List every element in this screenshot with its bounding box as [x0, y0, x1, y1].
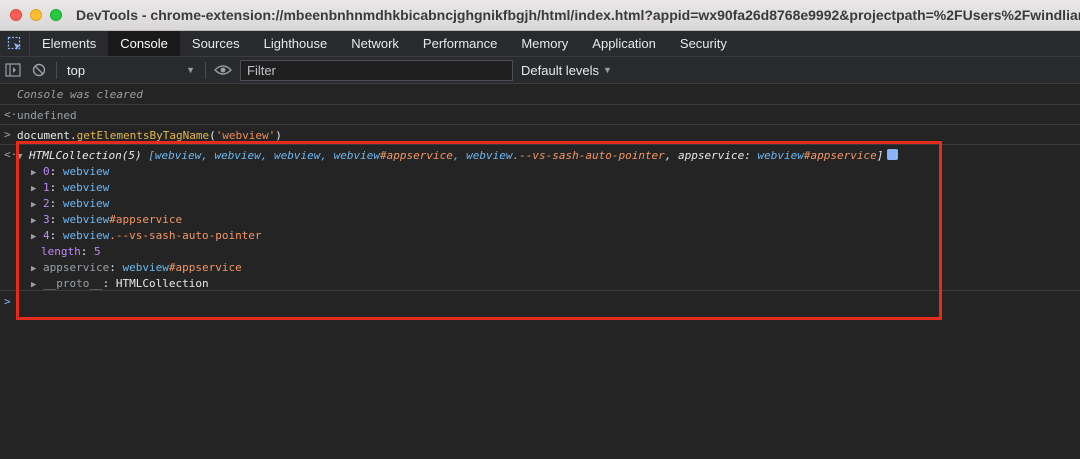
result-arrow-icon: <·: [4, 108, 18, 121]
command-argument: 'webview': [215, 129, 276, 142]
entry-suffix: .--vs-sash-auto-pointer: [109, 229, 262, 242]
summary-webview: webview: [757, 149, 804, 162]
chevron-down-icon: ▼: [186, 65, 195, 75]
entry-key: 3: [43, 213, 50, 226]
log-levels-dropdown[interactable]: Default levels ▼: [521, 63, 612, 78]
console-message: Console was cleared: [0, 84, 1080, 105]
toolbar-divider: [56, 61, 57, 79]
summary-hash: #appservice: [803, 149, 877, 162]
devtools-tabbar: Elements Console Sources Lighthouse Netw…: [0, 31, 1080, 57]
inspect-element-icon[interactable]: [0, 31, 30, 56]
live-expression-eye-icon[interactable]: [210, 57, 236, 84]
appservice-tag: webview: [122, 261, 169, 274]
entry-tag: webview: [62, 165, 110, 178]
command-prompt-icon: >: [4, 128, 11, 141]
filter-input[interactable]: [240, 59, 513, 81]
tab-lighthouse[interactable]: Lighthouse: [252, 31, 340, 56]
length-key: length: [41, 245, 81, 258]
tab-application[interactable]: Application: [580, 31, 668, 56]
collection-entry[interactable]: ▶ 1: webview: [31, 181, 109, 194]
command-paren: ): [275, 129, 282, 142]
window-title: DevTools - chrome-extension://mbeenbnhnm…: [76, 7, 1080, 23]
result-arrow-icon: <·: [4, 148, 18, 161]
entry-tag: webview: [62, 213, 110, 226]
console-toolbar: top ▼ Default levels ▼: [0, 57, 1080, 84]
tab-network[interactable]: Network: [339, 31, 411, 56]
collection-entry[interactable]: ▶ 3: webview#appservice: [31, 213, 182, 226]
proto-key: __proto__: [43, 277, 103, 290]
close-window-button[interactable]: [10, 9, 22, 21]
log-levels-label: Default levels: [521, 62, 600, 78]
command-text[interactable]: document.getElementsByTagName('webview'): [17, 129, 282, 142]
context-selector[interactable]: top ▼: [61, 59, 201, 81]
undefined-result: undefined: [17, 109, 77, 122]
entry-key: 4: [43, 229, 50, 242]
expand-triangle-icon[interactable]: ▶: [31, 216, 43, 226]
clear-console-icon[interactable]: [26, 57, 52, 84]
proto-property[interactable]: ▶ __proto__: HTMLCollection: [31, 277, 209, 290]
expand-triangle-icon[interactable]: ▶: [31, 264, 43, 274]
entry-tag: webview: [62, 181, 110, 194]
tab-performance[interactable]: Performance: [411, 31, 509, 56]
command-paren: (: [209, 129, 216, 142]
summary-hash: #appservice: [380, 149, 453, 162]
tab-console[interactable]: Console: [108, 31, 180, 56]
command-object: document.: [17, 129, 77, 142]
entry-key: 1: [43, 181, 50, 194]
length-value: 5: [94, 245, 101, 258]
tab-security[interactable]: Security: [668, 31, 739, 56]
entry-suffix: #appservice: [109, 213, 183, 226]
summary-sep: , appservice:: [664, 149, 758, 162]
collection-summary[interactable]: ▼ HTMLCollection(5) [webview, webview, we…: [17, 149, 899, 162]
command-method: getElementsByTagName: [76, 129, 210, 142]
expand-triangle-icon[interactable]: ▶: [31, 168, 43, 178]
summary-end: ]: [876, 149, 884, 162]
tab-memory[interactable]: Memory: [509, 31, 580, 56]
console-result: <· ▼ HTMLCollection(5) [webview, webview,…: [0, 145, 1080, 291]
appservice-key: appservice: [43, 261, 110, 274]
toolbar-divider: [205, 61, 206, 79]
entry-key: 2: [43, 197, 50, 210]
console-output[interactable]: Console was cleared <· undefined > docum…: [0, 84, 1080, 459]
info-icon[interactable]: [887, 149, 899, 160]
cleared-message: Console was cleared: [17, 88, 143, 101]
entry-tag: webview: [62, 229, 110, 242]
entry-tag: webview: [62, 197, 110, 210]
summary-class: .--vs-sash-auto-pointer: [512, 149, 665, 162]
expand-triangle-icon[interactable]: ▶: [31, 232, 43, 242]
maximize-window-button[interactable]: [50, 9, 62, 21]
entry-key: 0: [43, 165, 50, 178]
console-prompt[interactable]: >: [0, 292, 1080, 314]
expand-triangle-icon[interactable]: ▼: [17, 152, 29, 162]
summary-sep: , webview: [452, 149, 513, 162]
expand-triangle-icon[interactable]: ▶: [31, 200, 43, 210]
context-selector-value: top: [67, 62, 86, 78]
collection-entry[interactable]: ▶ 0: webview: [31, 165, 109, 178]
collection-entry[interactable]: ▶ 2: webview: [31, 197, 109, 210]
expand-triangle-icon[interactable]: ▶: [31, 280, 43, 290]
proto-value: HTMLCollection: [115, 277, 209, 290]
window-controls: [10, 9, 62, 21]
toggle-sidebar-icon[interactable]: [0, 57, 26, 84]
minimize-window-button[interactable]: [30, 9, 42, 21]
expand-triangle-icon[interactable]: ▶: [31, 184, 43, 194]
summary-items: [webview, webview, webview, webview: [148, 149, 381, 162]
prompt-chevron-icon: >: [4, 295, 11, 308]
collection-entry[interactable]: ▶ 4: webview.--vs-sash-auto-pointer: [31, 229, 262, 242]
window-titlebar: DevTools - chrome-extension://mbeenbnhnm…: [0, 0, 1080, 31]
length-property: length: 5: [41, 245, 101, 258]
tab-sources[interactable]: Sources: [180, 31, 252, 56]
appservice-suffix: #appservice: [168, 261, 242, 274]
appservice-property[interactable]: ▶ appservice: webview#appservice: [31, 261, 242, 274]
chevron-down-icon: ▼: [603, 65, 612, 75]
summary-head: HTMLCollection(5): [29, 149, 142, 162]
console-message: <· undefined: [0, 105, 1080, 125]
tab-elements[interactable]: Elements: [30, 31, 108, 56]
console-command: > document.getElementsByTagName('webview…: [0, 125, 1080, 145]
